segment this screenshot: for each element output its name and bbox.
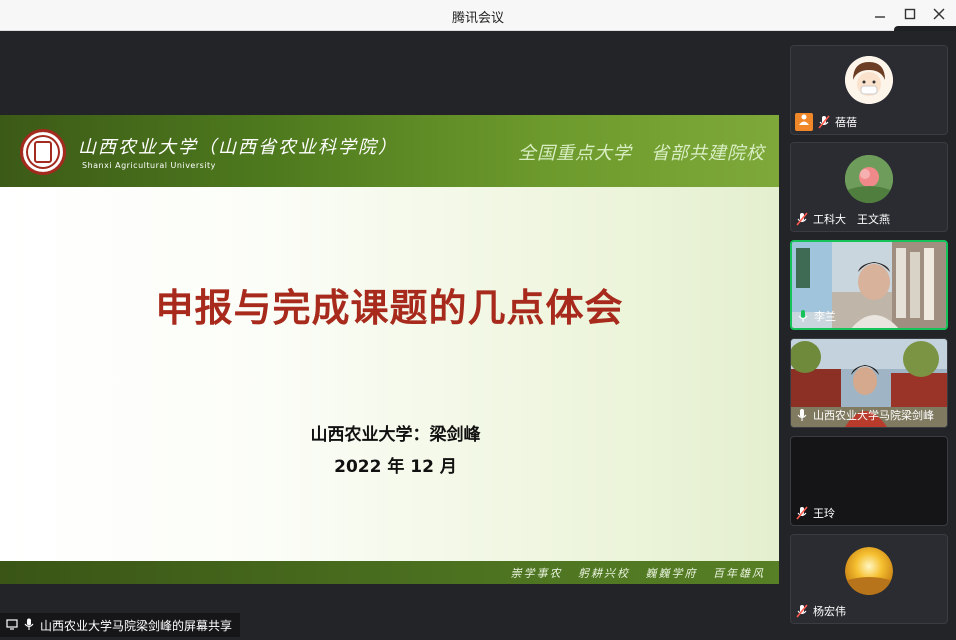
avatar — [845, 547, 893, 595]
share-screen-icon — [6, 618, 18, 633]
slide-footer: 崇学事农 躬耕兴校 巍巍学府 百年雄风 — [0, 561, 779, 584]
participant-name-bar: 蓓蓓 — [795, 113, 857, 131]
slide-author: 山西农业大学：梁剑峰 — [310, 425, 481, 445]
screen-share-label: 山西农业大学马院梁剑峰的屏幕共享 — [40, 618, 233, 633]
participant-name: 蓓蓓 — [835, 116, 857, 129]
microphone-icon — [795, 408, 809, 422]
participant-list: 蓓蓓 工科大 王文燕 李兰 山西农业大学马院梁剑峰 王玲 杨宏伟 — [783, 31, 956, 640]
avatar — [845, 155, 893, 203]
screen-share-status[interactable]: 山西农业大学马院梁剑峰的屏幕共享 — [0, 613, 241, 637]
presentation-slide: 山西农业大学（山西省农业科学院） Shanxi Agricultural Uni… — [0, 115, 779, 584]
window-title: 腾讯会议 — [451, 11, 504, 26]
participant-name: 李兰 — [814, 310, 836, 323]
participant-name: 山西农业大学马院梁剑峰 — [813, 409, 934, 422]
maximize-icon[interactable] — [902, 6, 918, 22]
participant-tile[interactable]: 李兰 — [790, 240, 948, 330]
participant-name-bar: 杨宏伟 — [795, 603, 846, 619]
slogan: 全国重点大学 省部共建院校 — [518, 143, 765, 164]
microphone-icon — [796, 309, 810, 323]
participant-tile[interactable]: 杨宏伟 — [790, 534, 948, 624]
minimize-icon[interactable] — [872, 6, 888, 22]
title-bar: 腾讯会议 — [0, 0, 956, 31]
participant-tile[interactable]: 王玲 — [790, 436, 948, 526]
university-motto: 崇学事农 躬耕兴校 巍巍学府 百年雄风 — [510, 567, 765, 580]
microphone-muted-icon — [795, 212, 809, 226]
participant-tile[interactable]: 蓓蓓 — [790, 45, 948, 135]
slide-body: 申报与完成课题的几点体会 山西农业大学：梁剑峰 2022 年 12 月 — [0, 187, 779, 561]
participant-name-bar: 山西农业大学马院梁剑峰 — [795, 407, 934, 423]
university-seal-icon — [20, 129, 66, 175]
close-icon[interactable] — [931, 6, 947, 22]
microphone-muted-icon — [795, 604, 809, 618]
participant-name: 王玲 — [813, 507, 835, 520]
participant-name: 工科大 王文燕 — [813, 213, 890, 226]
university-english-name: Shanxi Agricultural University — [82, 161, 216, 170]
slide-date: 2022 年 12 月 — [334, 457, 457, 477]
participant-tile[interactable]: 山西农业大学马院梁剑峰 — [790, 338, 948, 428]
microphone-muted-icon — [795, 506, 809, 520]
microphone-muted-icon — [817, 115, 831, 129]
slide-header: 山西农业大学（山西省农业科学院） Shanxi Agricultural Uni… — [0, 115, 779, 187]
microphone-icon — [24, 618, 34, 633]
participant-name-bar: 王玲 — [795, 505, 835, 521]
participant-name: 杨宏伟 — [813, 605, 846, 618]
avatar — [845, 56, 893, 104]
shared-screen-area: 山西农业大学（山西省农业科学院） Shanxi Agricultural Uni… — [0, 31, 783, 640]
participant-name-bar: 工科大 王文燕 — [795, 211, 890, 227]
participant-tile[interactable]: 工科大 王文燕 — [790, 142, 948, 232]
slide-title: 申报与完成课题的几点体会 — [155, 286, 624, 330]
user-icon — [795, 113, 813, 131]
participant-name-bar: 李兰 — [796, 308, 836, 324]
university-name: 山西农业大学（山西省农业科学院） — [78, 137, 398, 158]
